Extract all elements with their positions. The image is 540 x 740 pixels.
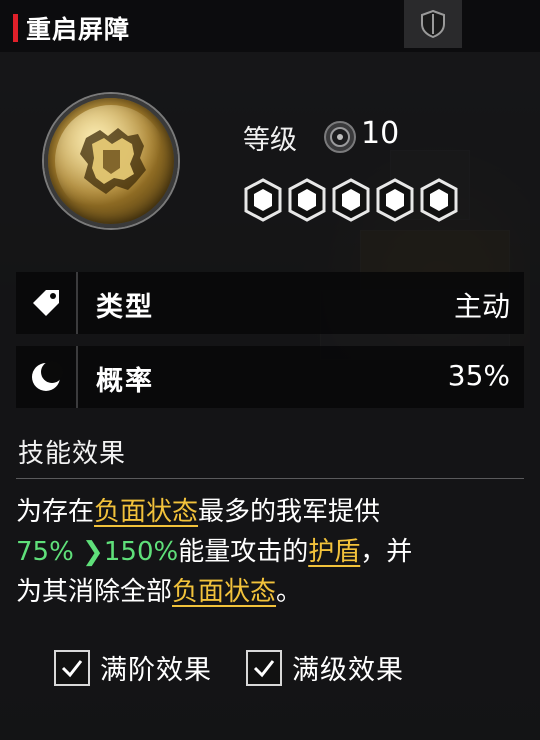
rank-hex-icon bbox=[244, 178, 282, 222]
value-to: 150% bbox=[103, 537, 179, 567]
effect-section-title: 技能效果 bbox=[18, 439, 127, 469]
arrow-right-icon: ❯ bbox=[73, 537, 104, 567]
keyword-shield[interactable]: 护盾 bbox=[308, 537, 360, 567]
type-label: 类型 bbox=[96, 292, 154, 323]
chance-label: 概率 bbox=[96, 366, 154, 397]
max-rank-toggle[interactable]: 满阶效果 bbox=[54, 648, 212, 687]
rank-hex-icon bbox=[332, 178, 370, 222]
keyword-debuff[interactable]: 负面状态 bbox=[94, 497, 198, 527]
moon-icon bbox=[16, 346, 78, 408]
max-level-toggle[interactable]: 满级效果 bbox=[246, 648, 404, 687]
max-rank-label: 满阶效果 bbox=[100, 655, 212, 686]
checkbox-checked-icon[interactable] bbox=[246, 649, 282, 686]
header-bar: 重启屏障 bbox=[0, 0, 540, 52]
value-from: 75% bbox=[16, 537, 74, 567]
skill-title: 重启屏障 bbox=[26, 15, 131, 44]
skill-detail-screen: 重启屏障 等级 10 类型 主动 概率 35% 技能效果 为存在负面状态最多的我… bbox=[0, 0, 540, 740]
golden-shield-emblem-icon bbox=[44, 94, 178, 228]
checkbox-checked-icon[interactable] bbox=[54, 649, 90, 686]
rank-hex-icon bbox=[288, 178, 326, 222]
section-divider bbox=[16, 478, 524, 479]
rank-hex-icon bbox=[376, 178, 414, 222]
accent-bar bbox=[13, 14, 18, 42]
level-value: 10 bbox=[361, 116, 400, 151]
chance-value: 35% bbox=[447, 359, 510, 392]
rank-hex-icon bbox=[420, 178, 458, 222]
effect-toggles: 满阶效果 满级效果 bbox=[54, 648, 438, 687]
type-row: 类型 主动 bbox=[16, 272, 524, 334]
keyword-debuff[interactable]: 负面状态 bbox=[172, 577, 276, 607]
max-level-label: 满级效果 bbox=[292, 655, 404, 686]
type-value: 主动 bbox=[453, 290, 510, 323]
chance-row: 概率 35% bbox=[16, 346, 524, 408]
level-badge-icon bbox=[324, 121, 356, 153]
tag-icon bbox=[16, 272, 78, 334]
star-rank-row bbox=[243, 178, 459, 222]
shield-tab-icon[interactable] bbox=[404, 0, 462, 48]
effect-description: 为存在负面状态最多的我军提供 75% ❯150%能量攻击的护盾，并 为其消除全部… bbox=[16, 497, 413, 607]
level-label: 等级 bbox=[243, 125, 297, 156]
